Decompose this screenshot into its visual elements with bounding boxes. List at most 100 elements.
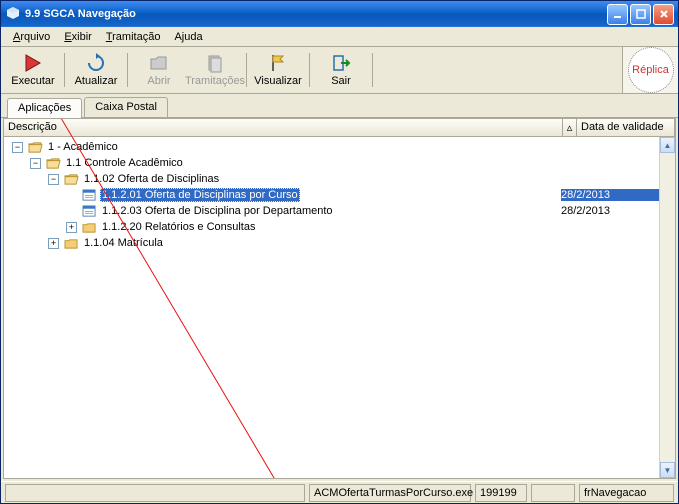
tool-label: Executar	[11, 75, 54, 87]
collapse-toggler[interactable]: −	[48, 174, 59, 185]
tab-label: Caixa Postal	[95, 101, 157, 113]
separator	[372, 53, 373, 87]
separator	[64, 53, 65, 87]
tree-row[interactable]: − 1.1 Controle Acadêmico	[4, 155, 659, 171]
sort-asc-icon: ▵	[567, 121, 573, 134]
minimize-button[interactable]	[607, 4, 628, 25]
documents-icon	[205, 53, 225, 73]
scroll-track[interactable]	[660, 153, 675, 462]
tree-item-label: 1.1 Controle Acadêmico	[64, 157, 185, 169]
menu-tramitacao[interactable]: Tramitação	[100, 29, 167, 45]
tool-label: Atualizar	[75, 75, 118, 87]
scroll-down-button[interactable]: ▼	[660, 462, 675, 478]
status-cell-blank	[5, 484, 305, 502]
tab-label: Aplicações	[18, 102, 71, 114]
tree-item-label: 1.1.2.20 Relatórios e Consultas	[100, 221, 257, 233]
flag-icon	[268, 53, 288, 73]
tree-cell-descricao: − 1 - Acadêmico	[4, 140, 561, 154]
tree-row[interactable]: 1.1.2.01 Oferta de Disciplinas por Curso…	[4, 187, 659, 203]
tree-item-label: 1.1.2.01 Oferta de Disciplinas por Curso	[100, 188, 300, 202]
app-window: 9.9 SGCA Navegação Arquivo Exibir Tramit…	[0, 0, 679, 504]
column-descricao[interactable]: Descrição	[4, 119, 563, 136]
separator	[246, 53, 247, 87]
menu-bar: Arquivo Exibir Tramitação Ajuda	[1, 27, 678, 47]
separator	[309, 53, 310, 87]
toolbar-area: Executar Atualizar Abrir Tramitações Vis…	[1, 47, 678, 94]
tree-cell-descricao: − 1.1.02 Oferta de Disciplinas	[4, 172, 561, 186]
exit-icon	[331, 53, 351, 73]
folder-open-icon	[45, 156, 61, 170]
tree-row[interactable]: 1.1.2.03 Oferta de Disciplina por Depart…	[4, 203, 659, 219]
institution-logo: Réplica	[622, 47, 678, 93]
status-cell-blank2	[531, 484, 575, 502]
seal-icon: Réplica	[628, 47, 674, 93]
scroll-up-button[interactable]: ▲	[660, 137, 675, 153]
column-data-validade[interactable]: Data de validade	[577, 119, 675, 136]
status-cell-form: frNavegacao	[579, 484, 674, 502]
tree-cell-descricao: +1.1.2.20 Relatórios e Consultas	[4, 220, 561, 234]
play-arrow-icon	[23, 53, 43, 73]
tree-row[interactable]: +1.1.04 Matrícula	[4, 235, 659, 251]
window-title: 9.9 SGCA Navegação	[25, 8, 607, 20]
menu-arquivo[interactable]: Arquivo	[7, 29, 56, 45]
tramitacoes-button: Tramitações	[187, 49, 243, 91]
tool-label: Visualizar	[254, 75, 302, 87]
window-controls	[607, 4, 674, 25]
tree-item-label: 1.1.04 Matrícula	[82, 237, 165, 249]
tool-label: Tramitações	[185, 75, 245, 87]
menu-label: uda	[184, 31, 202, 43]
folder-open-icon	[27, 140, 43, 154]
tree-row[interactable]: − 1 - Acadêmico	[4, 139, 659, 155]
maximize-button[interactable]	[630, 4, 651, 25]
form-icon	[81, 204, 97, 218]
tree-view[interactable]: −1 - Acadêmico−1.1 Controle Acadêmico−1.…	[4, 137, 659, 478]
menu-label: A	[174, 31, 181, 43]
sair-button[interactable]: Sair	[313, 49, 369, 91]
tab-strip: Aplicações Caixa Postal	[1, 94, 678, 118]
vertical-scrollbar[interactable]: ▲ ▼	[659, 137, 675, 478]
menu-exibir[interactable]: Exibir	[58, 29, 98, 45]
status-cell-num: 199199	[475, 484, 527, 502]
abrir-button: Abrir	[131, 49, 187, 91]
expand-toggler[interactable]: +	[48, 238, 59, 249]
column-headers: Descrição ▵ Data de validade	[4, 119, 675, 137]
tab-caixa-postal[interactable]: Caixa Postal	[84, 97, 168, 117]
tree-cell-descricao: − 1.1 Controle Acadêmico	[4, 156, 561, 170]
collapse-toggler[interactable]: −	[30, 158, 41, 169]
tool-label: Sair	[331, 75, 351, 87]
tree-cell-descricao: 1.1.2.01 Oferta de Disciplinas por Curso	[4, 188, 561, 202]
menu-ajuda[interactable]: Ajuda	[168, 29, 208, 45]
collapse-toggler[interactable]: −	[12, 142, 23, 153]
close-button[interactable]	[653, 4, 674, 25]
menu-label: ramitação	[112, 31, 160, 43]
tree-row[interactable]: − 1.1.02 Oferta de Disciplinas	[4, 171, 659, 187]
tree-cell-date: 28/2/2013	[561, 205, 659, 217]
tree-cell-descricao: +1.1.04 Matrícula	[4, 236, 561, 250]
expand-toggler[interactable]: +	[66, 222, 77, 233]
toolbar: Executar Atualizar Abrir Tramitações Vis…	[1, 47, 622, 93]
refresh-icon	[86, 53, 106, 73]
tool-label: Abrir	[147, 75, 170, 87]
separator	[127, 53, 128, 87]
form-icon	[81, 188, 97, 202]
tree-item-label: 1 - Acadêmico	[46, 141, 120, 153]
atualizar-button[interactable]: Atualizar	[68, 49, 124, 91]
status-cell-exe: ACMOfertaTurmasPorCurso.exe	[309, 484, 471, 502]
folder-open-icon	[149, 53, 169, 73]
tree-row[interactable]: +1.1.2.20 Relatórios e Consultas	[4, 219, 659, 235]
visualizar-button[interactable]: Visualizar	[250, 49, 306, 91]
status-bar: ACMOfertaTurmasPorCurso.exe 199199 frNav…	[1, 481, 678, 503]
tree-item-label: 1.1.2.03 Oferta de Disciplina por Depart…	[100, 205, 335, 217]
title-bar[interactable]: 9.9 SGCA Navegação	[1, 1, 678, 27]
folder-open-icon	[63, 172, 79, 186]
tree-cell-date: 28/2/2013	[561, 189, 659, 201]
tree-item-label: 1.1.02 Oferta de Disciplinas	[82, 173, 221, 185]
executar-button[interactable]: Executar	[5, 49, 61, 91]
list-view: Descrição ▵ Data de validade −1 - Acadêm…	[3, 118, 676, 479]
tab-aplicacoes[interactable]: Aplicações	[7, 98, 82, 118]
app-icon	[5, 6, 21, 22]
folder-icon	[81, 220, 97, 234]
tree-cell-descricao: 1.1.2.03 Oferta de Disciplina por Depart…	[4, 204, 561, 218]
folder-icon	[63, 236, 79, 250]
column-sort-indicator[interactable]: ▵	[563, 119, 577, 136]
